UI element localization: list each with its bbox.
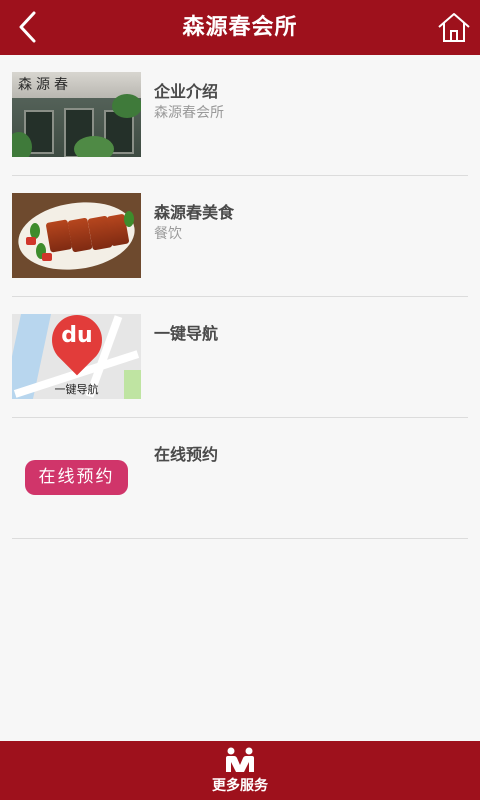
more-services-button[interactable]: 更多服务 [0, 741, 480, 800]
map-thumbnail: du 一键导航 [12, 314, 141, 399]
list-item-navigation[interactable]: du 一键导航 一键导航 [12, 297, 468, 418]
list-item-reservation[interactable]: 在线预约 在线预约 [12, 418, 468, 539]
tomato-shape [42, 253, 52, 261]
reservation-badge: 在线预约 [25, 460, 128, 495]
page-title: 森源春会所 [182, 15, 298, 40]
list-item-company-intro[interactable]: 森源春 企业介绍 森源春会所 [12, 55, 468, 176]
item-title: 森源春美食 [154, 203, 235, 222]
tomato-shape [26, 237, 36, 245]
item-title: 在线预约 [154, 445, 219, 464]
leaf-shape [124, 211, 134, 227]
plant-shape [112, 94, 141, 118]
item-title: 企业介绍 [154, 82, 219, 101]
map-caption: 一键导航 [54, 383, 99, 396]
item-title: 一键导航 [154, 324, 219, 343]
app-header: 森源春会所 [0, 0, 480, 55]
item-subtitle: 森源春会所 [154, 105, 224, 121]
food-thumbnail [12, 193, 141, 278]
list-item-food[interactable]: 森源春美食 餐饮 [12, 176, 468, 297]
people-icon [226, 747, 254, 772]
footer-label: 更多服务 [212, 778, 268, 794]
plant-shape [74, 136, 114, 157]
home-icon[interactable] [436, 10, 472, 44]
item-subtitle: 餐饮 [154, 226, 182, 242]
menu-list: 森源春 企业介绍 森源春会所 森源春美食 餐饮 du 一键导航 一键导航 在线预… [12, 55, 468, 539]
building-thumbnail: 森源春 [12, 72, 141, 157]
map-pin-label: du [61, 323, 93, 348]
reservation-thumbnail: 在线预约 [12, 435, 141, 520]
